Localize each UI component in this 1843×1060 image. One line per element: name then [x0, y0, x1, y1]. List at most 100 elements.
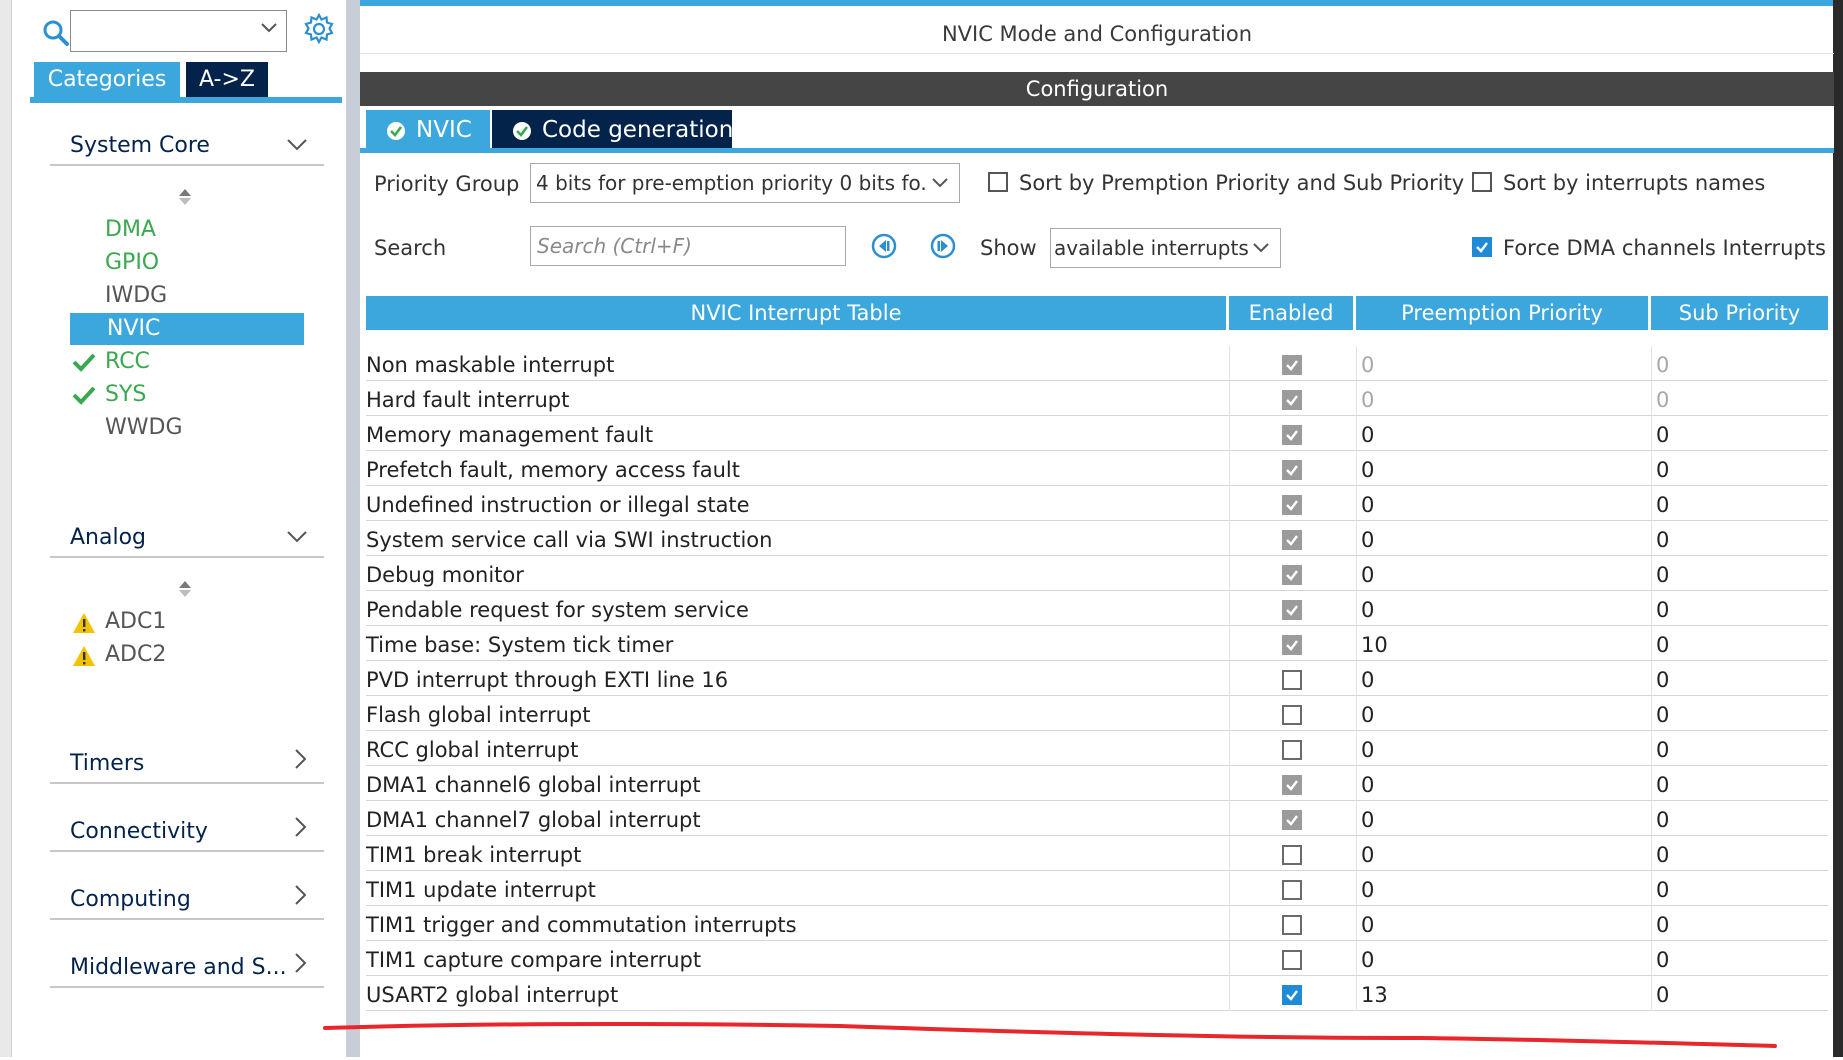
sub-priority-cell[interactable]: 0 — [1651, 871, 1828, 906]
table-row[interactable]: Flash global interrupt 0 0 — [366, 696, 1828, 731]
table-row[interactable]: Debug monitor 0 0 — [366, 556, 1828, 591]
enabled-checkbox[interactable] — [1282, 705, 1302, 725]
checkmark-icon — [1286, 780, 1298, 791]
panel-splitter[interactable] — [346, 0, 360, 1057]
sort-icon[interactable] — [178, 580, 192, 598]
preemption-priority-cell[interactable]: 0 — [1356, 521, 1648, 556]
preemption-priority-cell[interactable]: 0 — [1356, 941, 1648, 976]
peripheral-item-nvic[interactable]: NVIC — [70, 313, 304, 345]
sub-priority-cell[interactable]: 0 — [1651, 976, 1828, 1011]
peripheral-item-adc1[interactable]: ADC1 — [70, 606, 304, 638]
table-row[interactable]: Hard fault interrupt 0 0 — [366, 381, 1828, 416]
tab-a-to-z[interactable]: A->Z — [186, 62, 268, 98]
enabled-checkbox[interactable] — [1282, 985, 1302, 1005]
table-row[interactable]: TIM1 break interrupt 0 0 — [366, 836, 1828, 871]
preemption-priority-cell[interactable]: 0 — [1356, 766, 1648, 801]
preemption-priority-cell[interactable]: 0 — [1356, 486, 1648, 521]
preemption-priority-cell[interactable]: 10 — [1356, 626, 1648, 661]
search-icon[interactable] — [40, 17, 72, 49]
peripheral-item-sys[interactable]: SYS — [70, 379, 304, 411]
preemption-priority-cell[interactable]: 0 — [1356, 801, 1648, 836]
sort-icon[interactable] — [178, 188, 192, 206]
peripheral-item-rcc[interactable]: RCC — [70, 346, 304, 378]
peripheral-item-iwdg[interactable]: IWDG — [70, 280, 304, 312]
enabled-checkbox[interactable] — [1282, 845, 1302, 865]
preemption-priority-cell[interactable]: 0 — [1356, 731, 1648, 766]
enabled-cell — [1229, 556, 1353, 591]
preemption-priority-cell[interactable]: 0 — [1356, 661, 1648, 696]
sub-priority-cell[interactable]: 0 — [1651, 731, 1828, 766]
table-row[interactable]: TIM1 update interrupt 0 0 — [366, 871, 1828, 906]
table-row[interactable]: RCC global interrupt 0 0 — [366, 731, 1828, 766]
group-middleware[interactable]: Middleware and S... — [50, 948, 324, 988]
table-row[interactable]: System service call via SWI instruction 0… — [366, 521, 1828, 556]
enabled-checkbox[interactable] — [1282, 880, 1302, 900]
peripheral-item-wwdg[interactable]: WWDG — [70, 412, 304, 444]
column-header-name[interactable]: NVIC Interrupt Table — [366, 296, 1226, 330]
sort-names-checkbox[interactable] — [1472, 172, 1492, 192]
sub-priority-cell[interactable]: 0 — [1651, 906, 1828, 941]
preemption-priority-cell[interactable]: 0 — [1356, 906, 1648, 941]
table-row[interactable]: TIM1 trigger and commutation interrupts 0… — [366, 906, 1828, 941]
priority-group-select[interactable]: 4 bits for pre-emption priority 0 bits f… — [530, 163, 960, 203]
preemption-priority-cell[interactable]: 0 — [1356, 591, 1648, 626]
enabled-checkbox[interactable] — [1282, 915, 1302, 935]
group-analog[interactable]: Analog — [50, 518, 324, 558]
force-dma-checkbox[interactable] — [1472, 237, 1492, 257]
sub-priority-cell[interactable]: 0 — [1651, 696, 1828, 731]
preemption-priority-cell[interactable]: 13 — [1356, 976, 1648, 1011]
show-select[interactable]: available interrupts — [1050, 228, 1281, 268]
group-system-core[interactable]: System Core — [50, 126, 324, 166]
table-row[interactable]: Memory management fault 0 0 — [366, 416, 1828, 451]
tab-nvic[interactable]: NVIC — [366, 110, 490, 150]
group-computing[interactable]: Computing — [50, 880, 324, 920]
sub-priority-cell[interactable]: 0 — [1651, 836, 1828, 871]
sub-priority-cell[interactable]: 0 — [1651, 416, 1828, 451]
tab-code-generation[interactable]: Code generation — [492, 110, 733, 150]
column-header-enabled[interactable]: Enabled — [1229, 296, 1353, 330]
table-row[interactable]: DMA1 channel7 global interrupt 0 0 — [366, 801, 1828, 836]
search-input[interactable] — [530, 226, 846, 266]
sub-priority-cell[interactable]: 0 — [1651, 941, 1828, 976]
sub-priority-cell[interactable]: 0 — [1651, 556, 1828, 591]
preemption-priority-cell[interactable]: 0 — [1356, 696, 1648, 731]
table-row[interactable]: Undefined instruction or illegal state 0 0 — [366, 486, 1828, 521]
sub-priority-cell[interactable]: 0 — [1651, 486, 1828, 521]
sub-priority-cell[interactable]: 0 — [1651, 521, 1828, 556]
group-timers[interactable]: Timers — [50, 744, 324, 784]
preemption-priority-cell[interactable]: 0 — [1356, 416, 1648, 451]
preemption-priority-cell[interactable]: 0 — [1356, 556, 1648, 591]
peripheral-search-combo[interactable] — [70, 10, 287, 52]
peripheral-item-gpio[interactable]: GPIO — [70, 247, 304, 279]
table-row[interactable]: TIM1 capture compare interrupt 0 0 — [366, 941, 1828, 976]
sub-priority-cell[interactable]: 0 — [1651, 451, 1828, 486]
sub-priority-cell[interactable]: 0 — [1651, 766, 1828, 801]
enabled-checkbox[interactable] — [1282, 670, 1302, 690]
table-row[interactable]: DMA1 channel6 global interrupt 0 0 — [366, 766, 1828, 801]
table-row[interactable]: Time base: System tick timer 10 0 — [366, 626, 1828, 661]
table-row[interactable]: Non maskable interrupt 0 0 — [366, 346, 1828, 381]
column-header-preemption[interactable]: Preemption Priority — [1356, 296, 1648, 330]
table-row[interactable]: Prefetch fault, memory access fault 0 0 — [366, 451, 1828, 486]
next-result-icon[interactable] — [929, 232, 957, 260]
table-row[interactable]: USART2 global interrupt 13 0 — [366, 976, 1828, 1011]
sub-priority-cell[interactable]: 0 — [1651, 661, 1828, 696]
table-row[interactable]: Pendable request for system service 0 0 — [366, 591, 1828, 626]
peripheral-item-adc2[interactable]: ADC2 — [70, 639, 304, 671]
peripheral-item-dma[interactable]: DMA — [70, 214, 304, 246]
preemption-priority-cell[interactable]: 0 — [1356, 451, 1648, 486]
group-connectivity[interactable]: Connectivity — [50, 812, 324, 852]
table-row[interactable]: PVD interrupt through EXTI line 16 0 0 — [366, 661, 1828, 696]
column-header-sub-priority[interactable]: Sub Priority — [1651, 296, 1828, 330]
tab-categories[interactable]: Categories — [34, 62, 180, 98]
enabled-checkbox[interactable] — [1282, 740, 1302, 760]
sort-priority-checkbox[interactable] — [988, 172, 1008, 192]
preemption-priority-cell[interactable]: 0 — [1356, 836, 1648, 871]
gear-icon[interactable] — [302, 12, 336, 46]
enabled-checkbox[interactable] — [1282, 950, 1302, 970]
previous-result-icon[interactable] — [870, 232, 898, 260]
sub-priority-cell[interactable]: 0 — [1651, 626, 1828, 661]
sub-priority-cell[interactable]: 0 — [1651, 591, 1828, 626]
sub-priority-cell[interactable]: 0 — [1651, 801, 1828, 836]
preemption-priority-cell[interactable]: 0 — [1356, 871, 1648, 906]
